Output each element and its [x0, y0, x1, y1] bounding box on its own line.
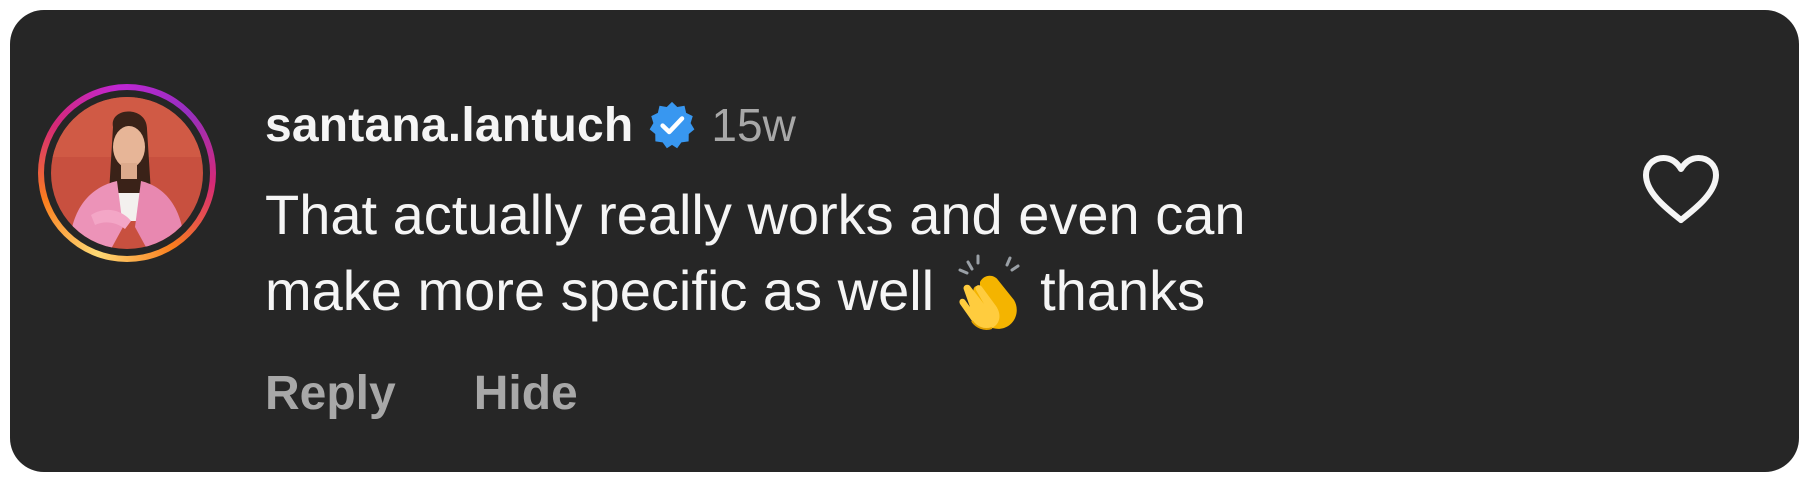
- comment-text-line-1: That actually really works and even can: [265, 183, 1246, 246]
- comment-text: That actually really works and even can …: [265, 178, 1445, 332]
- verified-badge-icon: [650, 101, 695, 149]
- comment-text-line-2-start: make more specific as well: [265, 259, 935, 322]
- username[interactable]: santana.lantuch: [265, 98, 633, 153]
- clapping-hands-icon: [958, 254, 1020, 331]
- avatar[interactable]: [51, 97, 203, 249]
- comment-text-line-2-end: thanks: [1040, 259, 1206, 322]
- comment-timestamp: 15w: [711, 99, 796, 151]
- avatar-ring-gap: [44, 90, 210, 256]
- comment-actions: Reply Hide: [265, 366, 578, 421]
- heart-outline-icon[interactable]: [1640, 152, 1722, 226]
- reply-button[interactable]: Reply: [265, 366, 396, 421]
- comment-header: santana.lantuch 15w: [265, 94, 796, 156]
- story-ring[interactable]: [38, 84, 216, 262]
- avatar-image: [51, 97, 203, 249]
- comment-card: santana.lantuch 15w That actually really…: [10, 10, 1799, 472]
- hide-button[interactable]: Hide: [474, 366, 578, 421]
